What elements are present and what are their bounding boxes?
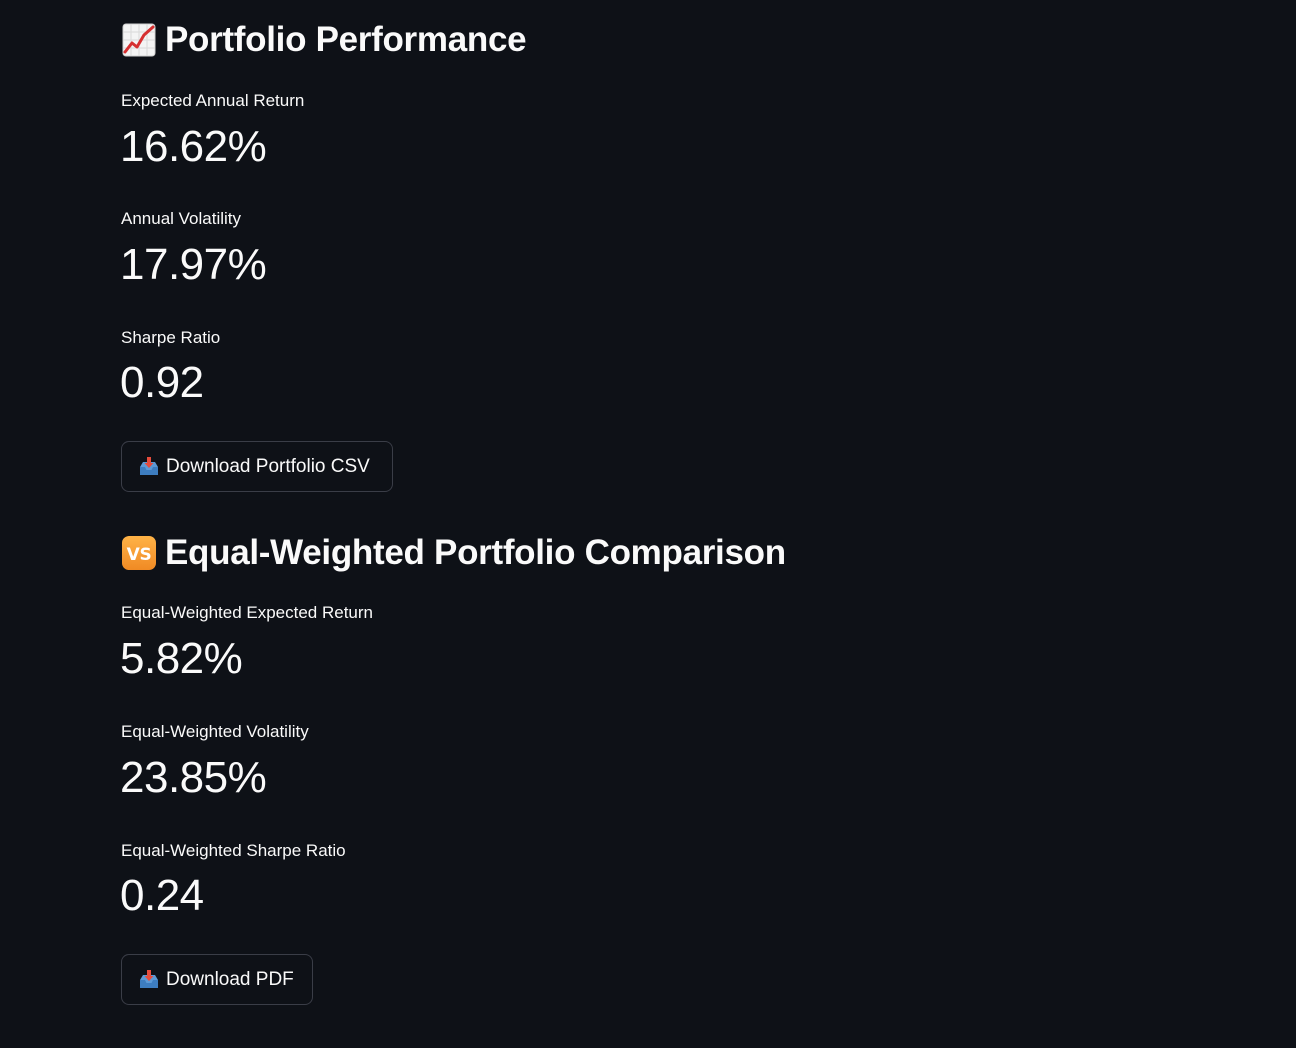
metric-label-expected-return: Expected Annual Return [121, 91, 305, 110]
metric-value-ew-sharpe-ratio: 0.24 [120, 871, 204, 920]
metric-value-ew-expected-return: 5.82% [120, 634, 243, 683]
vs-icon: VS [121, 535, 157, 571]
svg-text:VS: VS [127, 545, 152, 565]
metric-value-expected-return: 16.62% [120, 122, 267, 171]
download-button-label: Download Portfolio CSV [166, 455, 370, 477]
section-title-equal-weighted: Equal-Weighted Portfolio Comparison [165, 533, 786, 572]
inbox-tray-icon [138, 969, 160, 991]
metric-value-ew-volatility: 23.85% [120, 753, 267, 802]
equal-weighted-heading: VS Equal-Weighted Portfolio Comparison [121, 533, 786, 573]
metric-label-ew-expected-return: Equal-Weighted Expected Return [121, 603, 374, 622]
metric-label-sharpe-ratio: Sharpe Ratio [121, 328, 221, 347]
metric-value-annual-volatility: 17.97% [120, 240, 267, 289]
page-title: Portfolio Performance [165, 20, 527, 59]
metric-value-sharpe-ratio: 0.92 [120, 358, 204, 407]
download-pdf-button[interactable]: Download PDF [121, 954, 313, 1005]
metric-label-annual-volatility: Annual Volatility [121, 209, 242, 228]
portfolio-performance-heading: Portfolio Performance [121, 20, 527, 60]
download-button-label: Download PDF [166, 968, 294, 990]
metric-label-ew-sharpe-ratio: Equal-Weighted Sharpe Ratio [121, 841, 346, 860]
main-content: Portfolio Performance Expected Annual Re… [0, 0, 1296, 1048]
inbox-tray-icon [138, 456, 160, 478]
metric-label-ew-volatility: Equal-Weighted Volatility [121, 722, 309, 741]
chart-increasing-icon [121, 22, 157, 58]
download-portfolio-csv-button[interactable]: Download Portfolio CSV [121, 441, 393, 492]
